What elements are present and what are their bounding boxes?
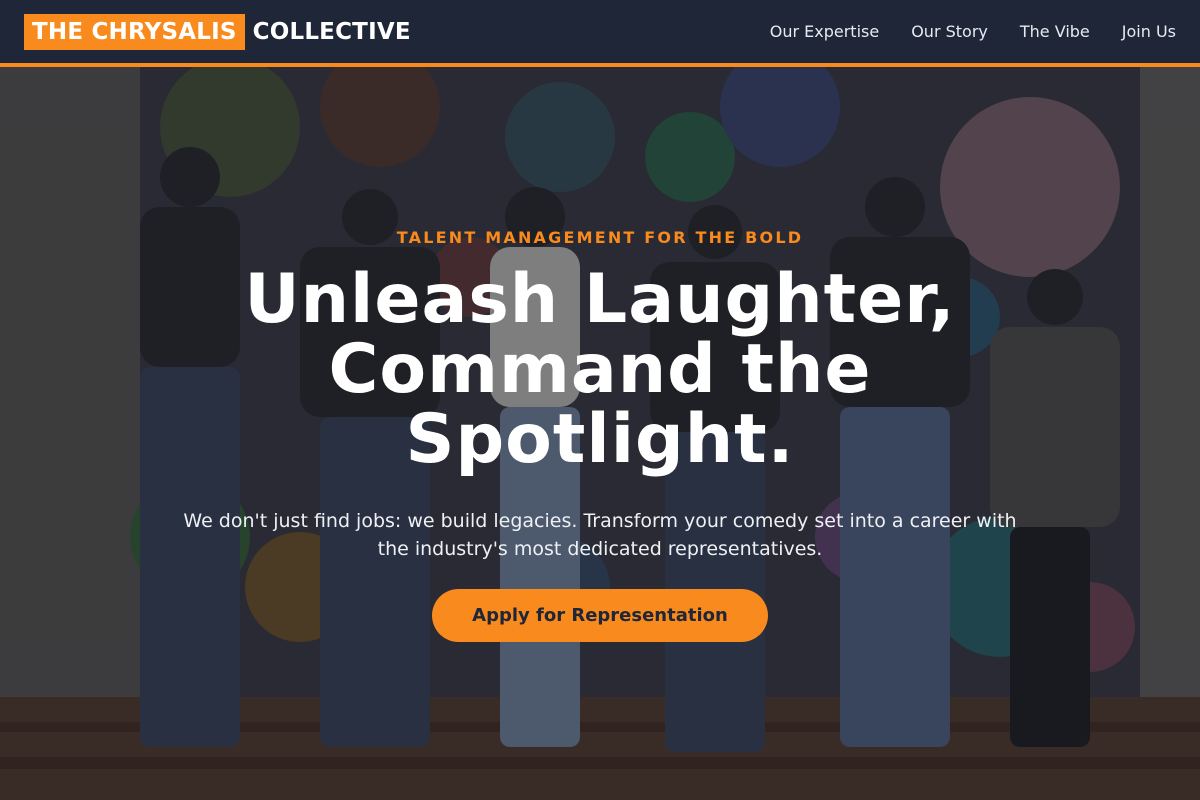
hero-subtext: We don't just find jobs: we build legaci… [183, 510, 1017, 560]
hero-eyebrow: TALENT MANAGEMENT FOR THE BOLD [396, 228, 804, 247]
apply-for-representation-button[interactable]: Apply for Representation [432, 589, 768, 642]
brand-logo-text: COLLECTIVE [252, 18, 411, 45]
brand-logo[interactable]: THE CHRYSALIS COLLECTIVE [24, 13, 411, 50]
main-nav: Our Expertise Our Story The Vibe Join Us [738, 22, 1176, 41]
nav-link-our-expertise[interactable]: Our Expertise [770, 22, 879, 41]
top-navbar: THE CHRYSALIS COLLECTIVE Our Expertise O… [0, 0, 1200, 67]
nav-link-the-vibe[interactable]: The Vibe [1020, 22, 1090, 41]
brand-logo-highlight: THE CHRYSALIS [24, 13, 245, 50]
nav-link-our-story[interactable]: Our Story [911, 22, 988, 41]
hero-section: TALENT MANAGEMENT FOR THE BOLD Unleash L… [0, 67, 1200, 800]
hero-content: TALENT MANAGEMENT FOR THE BOLD Unleash L… [0, 67, 1200, 800]
hero-headline: Unleash Laughter, Command the Spotlight. [244, 260, 956, 479]
nav-link-join-us[interactable]: Join Us [1122, 22, 1176, 41]
